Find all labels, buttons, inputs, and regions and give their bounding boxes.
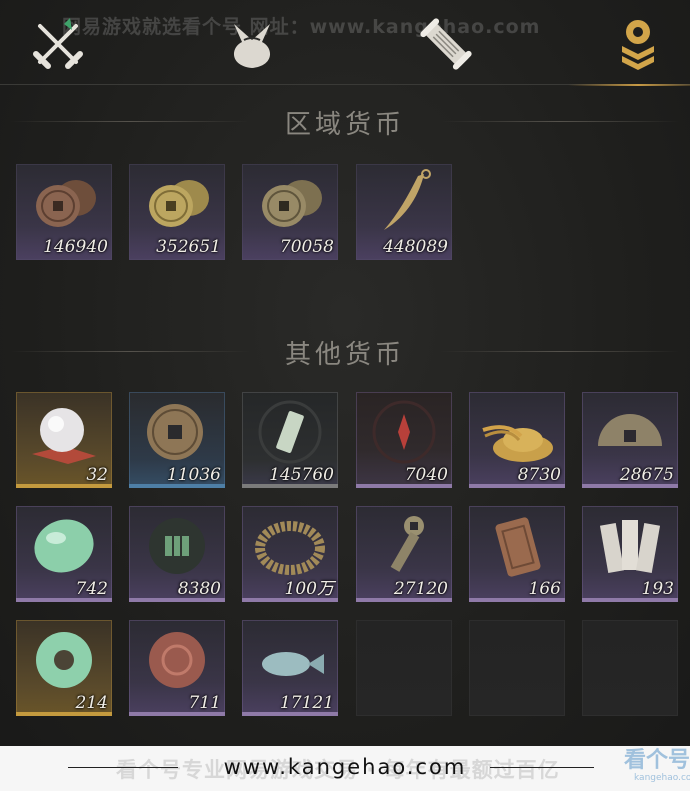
logo-subtext: kangehao.com (634, 773, 690, 783)
section-header-regional: 区域货币 (0, 102, 690, 142)
empty-slot (582, 620, 678, 716)
ancient-coin-icon (147, 404, 203, 460)
currency-slot[interactable]: 27120 (356, 506, 452, 602)
logo-text: 看个号 (624, 748, 690, 773)
currency-count: 448089 (383, 237, 448, 257)
jade-tag-icon (258, 400, 322, 464)
currency-slot[interactable]: 448089 (356, 164, 452, 260)
currency-count: 27120 (393, 579, 448, 599)
grain-pile-icon (482, 425, 553, 462)
map-token-icon (149, 518, 205, 574)
currency-count: 352651 (156, 237, 221, 257)
currency-count: 70058 (279, 237, 334, 257)
brass-coins-icon (149, 180, 209, 227)
divider (10, 351, 250, 352)
currency-slot[interactable]: 100万 (242, 506, 338, 602)
jade-disc-icon (36, 632, 92, 688)
currency-slot[interactable]: 70058 (242, 164, 338, 260)
currency-slot[interactable]: 8380 (129, 506, 225, 602)
currency-slot[interactable]: 28675 (582, 392, 678, 488)
coin-string-icon (255, 521, 325, 575)
blade-token-icon (384, 169, 431, 230)
red-seal-icon (372, 400, 436, 464)
currency-count: 11036 (166, 465, 221, 485)
currency-count: 7040 (404, 465, 448, 485)
section-header-other: 其他货币 (0, 332, 690, 372)
half-coin-icon (598, 414, 662, 446)
scroll-icon (420, 18, 472, 70)
divider (490, 767, 594, 768)
currency-slot[interactable]: 145760 (242, 392, 338, 488)
jade-stone-icon (34, 519, 94, 573)
currency-count: 17121 (279, 693, 334, 713)
currency-count: 8380 (177, 579, 221, 599)
coin-stack-icon (622, 20, 654, 70)
currency-slot[interactable]: 17121 (242, 620, 338, 716)
currency-count: 193 (641, 579, 674, 599)
watermark-logo: 看个号 kangehao.com (612, 748, 690, 786)
currency-slot[interactable]: 146940 (16, 164, 112, 260)
currency-count: 214 (75, 693, 108, 713)
currency-slot[interactable]: 352651 (129, 164, 225, 260)
currency-count: 742 (75, 579, 108, 599)
currency-count: 145760 (269, 465, 334, 485)
tab-currency[interactable] (568, 14, 690, 86)
pearl-icon (32, 408, 96, 464)
bronze-plaque-icon (495, 517, 541, 577)
section-title: 区域货币 (284, 109, 405, 140)
divider (10, 121, 250, 122)
section-title: 其他货币 (284, 339, 405, 370)
currency-slot[interactable]: 193 (582, 506, 678, 602)
currency-slot[interactable]: 742 (16, 506, 112, 602)
currency-slot[interactable]: 8730 (469, 392, 565, 488)
currency-slot[interactable]: 32 (16, 392, 112, 488)
tab-weapons[interactable] (28, 14, 88, 74)
pouch-icon (233, 24, 271, 68)
paper-notes-icon (599, 520, 661, 574)
crossed-swords-icon (33, 18, 83, 69)
currency-count: 28675 (619, 465, 674, 485)
currency-slot[interactable]: 11036 (129, 392, 225, 488)
currency-slot[interactable]: 711 (129, 620, 225, 716)
currency-count: 711 (188, 693, 221, 713)
copper-coins-icon (36, 180, 96, 227)
empty-slot (356, 620, 452, 716)
divider (440, 351, 680, 352)
currency-slot[interactable]: 7040 (356, 392, 452, 488)
watermark-bar: 看个号专业网易游戏交易 · 每年有最额过百亿 www.kangehao.com … (0, 746, 690, 791)
empty-slot (469, 620, 565, 716)
tab-bar: 网易游戏就选看个号 网址：www.kangehao.com (0, 0, 690, 86)
key-coin-icon (390, 516, 424, 572)
red-stone-icon (149, 632, 205, 688)
currency-slot[interactable]: 214 (16, 620, 112, 716)
currency-count: 8730 (517, 465, 561, 485)
jade-fish-icon (262, 652, 324, 676)
currency-count: 166 (528, 579, 561, 599)
currency-slot[interactable]: 166 (469, 506, 565, 602)
currency-count: 32 (86, 465, 108, 485)
currency-screen: 网易游戏就选看个号 网址：www.kangehao.com 区域货币 14694… (0, 0, 690, 791)
currency-count: 146940 (43, 237, 108, 257)
divider (440, 121, 680, 122)
bronze-coins-icon (262, 180, 322, 227)
tab-bag[interactable] (222, 14, 282, 74)
currency-count: 100万 (284, 579, 334, 599)
tab-scroll[interactable] (416, 14, 476, 74)
